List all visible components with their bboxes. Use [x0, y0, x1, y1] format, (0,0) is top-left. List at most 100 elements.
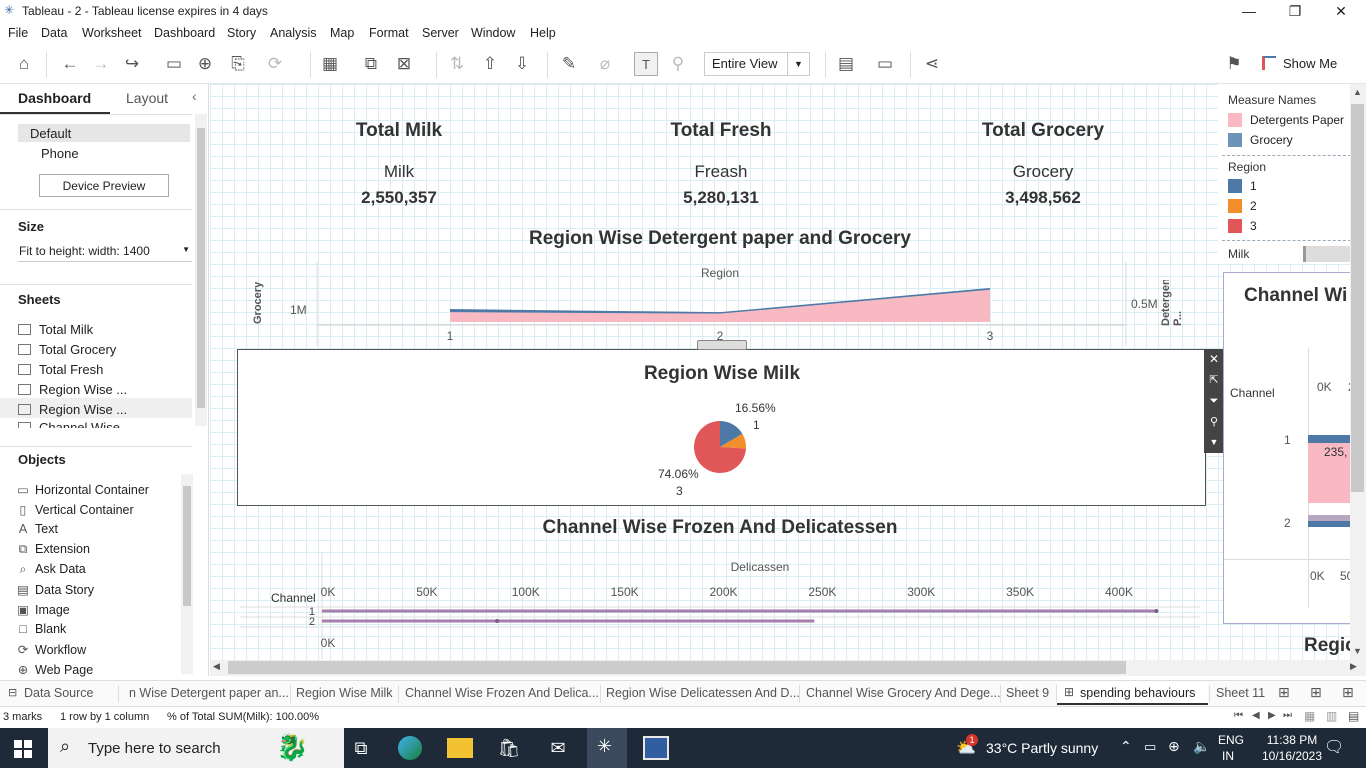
redo-icon[interactable]: → — [89, 52, 113, 76]
object-item[interactable]: ⧉ Extension — [16, 542, 90, 557]
tableau-taskbar-button[interactable]: ✳ — [587, 728, 627, 768]
sheet-item[interactable]: Total Grocery — [18, 342, 116, 357]
device-phone[interactable]: Phone — [41, 146, 79, 161]
menu-analysis[interactable]: Analysis — [270, 26, 317, 40]
store-icon[interactable]: 🛍 — [496, 736, 522, 760]
pause-updates-icon[interactable]: ⎘ — [226, 52, 250, 76]
filter-icon[interactable]: ⏷ — [1204, 391, 1224, 412]
pie-chart[interactable] — [693, 420, 753, 480]
file-explorer-icon[interactable] — [447, 738, 473, 758]
new-worksheet-icon[interactable]: ⊞ — [1278, 684, 1290, 701]
go-to-sheet-icon[interactable]: ⇱ — [1204, 370, 1224, 391]
area-detergents[interactable] — [450, 289, 990, 322]
show-me-button[interactable]: Show Me — [1283, 56, 1337, 71]
first-page-icon[interactable]: ⏮ — [1234, 710, 1243, 721]
refresh-icon[interactable]: ⟳ — [263, 52, 287, 76]
tab-sheet[interactable]: Channel Wise Frozen And Delica... — [405, 686, 599, 700]
sheet-item[interactable]: Region Wise ... — [18, 382, 127, 397]
menu-help[interactable]: Help — [530, 26, 556, 40]
clock-time[interactable]: 11:38 PM — [1262, 733, 1322, 747]
sheet-item[interactable]: Channel Wise ... — [18, 420, 134, 428]
pin-icon[interactable]: ⚲ — [1204, 412, 1224, 433]
sheet-item[interactable]: Total Fresh — [18, 362, 103, 377]
object-item[interactable]: ▣ Image — [16, 602, 70, 617]
weather-text[interactable]: 33°C Partly sunny — [986, 740, 1098, 756]
remove-icon[interactable]: ✕ — [1204, 349, 1224, 370]
tab-sheet[interactable]: Region Wise Delicatessen And D... — [606, 686, 800, 700]
tab-sheet[interactable]: n Wise Detergent paper an... — [129, 686, 289, 700]
battery-icon[interactable]: ▭ — [1144, 739, 1156, 755]
show-labels-icon[interactable]: T — [634, 52, 658, 76]
chevron-up-icon[interactable]: ⌃ — [1120, 738, 1132, 755]
bar-channel-1[interactable] — [322, 609, 1157, 613]
share-icon[interactable]: ⋖ — [920, 52, 944, 76]
task-view-icon[interactable]: ⧉ — [348, 736, 374, 760]
bar-end-marker[interactable] — [1154, 609, 1159, 613]
save-icon[interactable]: ▭ — [162, 52, 186, 76]
kpi-total-milk[interactable]: Total Milk Milk 2,550,357 — [299, 120, 499, 208]
sort-ascending-icon[interactable]: ⇧ — [478, 52, 502, 76]
kpi-total-fresh[interactable]: Total Fresh Freash 5,280,131 — [621, 120, 821, 208]
windows-start-icon[interactable] — [14, 740, 32, 758]
home-icon[interactable]: ⌂ — [12, 52, 36, 76]
menu-server[interactable]: Server — [422, 26, 459, 40]
object-item[interactable]: □ Blank — [16, 622, 66, 636]
tab-dashboard[interactable]: Dashboard — [18, 90, 91, 106]
close-button[interactable]: ✕ — [1318, 0, 1364, 22]
menu-format[interactable]: Format — [369, 26, 409, 40]
clear-sheet-icon[interactable]: ⊠ — [392, 52, 416, 76]
mail-icon[interactable]: ✉ — [545, 736, 571, 760]
area-chart[interactable]: 123 — [240, 260, 1200, 350]
vscroll-thumb[interactable] — [1351, 104, 1364, 492]
network-icon[interactable]: ⊕ — [1168, 738, 1180, 755]
device-default[interactable]: Default — [18, 124, 190, 142]
object-item[interactable]: ⟳ Workflow — [16, 642, 86, 657]
volume-icon[interactable]: 🔈 — [1193, 738, 1210, 755]
bar-chart[interactable]: 120K50K100K150K200K250K300K350K400K0K100… — [240, 549, 1205, 660]
more-options-icon[interactable]: ▼ — [1204, 433, 1224, 453]
scroll-right-icon[interactable]: ▶ — [1350, 661, 1357, 672]
tab-sheet[interactable]: Channel Wise Grocery And Dege... — [806, 686, 1001, 700]
object-item[interactable]: ▤ Data Story — [16, 582, 94, 597]
scroll-left-icon[interactable]: ◀ — [213, 661, 220, 672]
undo-icon[interactable]: ← — [58, 52, 82, 76]
container-drag-handle[interactable] — [697, 340, 747, 350]
bar-channel-2[interactable] — [322, 619, 815, 623]
restore-button[interactable]: ❐ — [1272, 0, 1318, 22]
sheets-scrollbar[interactable] — [195, 114, 207, 426]
hscroll-thumb[interactable] — [228, 661, 1126, 674]
object-item[interactable]: ▭ Horizontal Container — [16, 482, 149, 497]
pie-chart-container[interactable]: Region Wise Milk 16.56% 1 74.06% 3 — [237, 340, 1206, 506]
menu-worksheet[interactable]: Worksheet — [82, 26, 142, 40]
menu-map[interactable]: Map — [330, 26, 354, 40]
tab-sheet[interactable]: Region Wise Milk — [296, 686, 393, 700]
filmstrip-icon[interactable]: ▥ — [1326, 709, 1337, 723]
app-icon[interactable] — [643, 736, 669, 760]
replay-icon[interactable]: ↪ — [120, 52, 144, 76]
clock-date[interactable]: 10/16/2023 — [1257, 749, 1327, 763]
last-page-icon[interactable]: ⏭ — [1283, 710, 1292, 721]
new-dashboard-icon[interactable]: ⊞ — [1310, 684, 1322, 701]
object-item[interactable]: A Text — [16, 522, 58, 536]
menu-window[interactable]: Window — [471, 26, 515, 40]
notifications-icon[interactable]: 🗨 — [1324, 737, 1344, 757]
sheet-item[interactable]: Region Wise ... — [18, 402, 127, 417]
menu-dashboard[interactable]: Dashboard — [154, 26, 215, 40]
tab-layout[interactable]: Layout — [126, 90, 168, 106]
next-page-icon[interactable]: ▶ — [1268, 710, 1276, 721]
scroll-down-icon[interactable]: ▼ — [1353, 646, 1362, 656]
bar-end-marker[interactable] — [495, 619, 500, 623]
tab-data-source[interactable]: Data Source — [24, 686, 93, 700]
presentation-icon[interactable]: ▭ — [873, 52, 897, 76]
objects-scrollbar[interactable] — [181, 474, 193, 674]
prev-page-icon[interactable]: ◀ — [1252, 710, 1260, 721]
sort-descending-icon[interactable]: ⇩ — [510, 52, 534, 76]
swap-icon[interactable]: ⇅ — [445, 52, 469, 76]
object-item[interactable]: ⊕ Web Page — [16, 662, 93, 677]
menu-file[interactable]: File — [8, 26, 28, 40]
tab-active[interactable]: ⊞ spending behaviours — [1057, 681, 1208, 705]
tab-sheet[interactable]: Sheet 11 — [1216, 686, 1265, 700]
minimize-button[interactable]: — — [1226, 0, 1272, 22]
language-bottom[interactable]: IN — [1222, 749, 1234, 763]
duplicate-sheet-icon[interactable]: ⧉ — [359, 52, 383, 76]
